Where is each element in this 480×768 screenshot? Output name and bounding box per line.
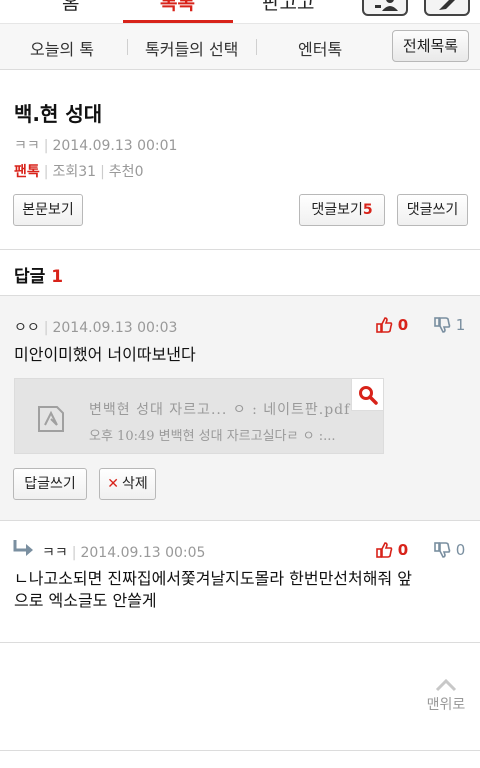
attachment-line2: 오후 10:49 변백현 성대 자르고실다ㄹ ㅇ :... [89, 429, 336, 444]
upvote-count: 0 [397, 316, 409, 334]
divider [0, 750, 480, 751]
comment-count: 5 [362, 202, 373, 218]
attachment-line1: 변백현 성대 자르고... ㅇ : 네이트판.pdf [89, 402, 351, 418]
chevron-up-icon [435, 678, 457, 692]
delete-label: 삭제 [121, 476, 148, 492]
sub-navigation: 오늘의 톡 톡커들의 선택 엔터톡 전체목록 [0, 24, 480, 70]
article-meta: ㅋㅋ | 2014.09.13 00:01 [14, 138, 178, 154]
comment-author: ㅋㅋ [42, 545, 68, 561]
tab-home[interactable]: 홈 [62, 0, 79, 15]
upvote-count: 0 [397, 541, 409, 559]
upvote-button[interactable]: 0 [376, 541, 408, 559]
reply-button[interactable]: 답글쓰기 [13, 468, 87, 500]
article-datetime: 2014.09.13 00:01 [52, 138, 178, 154]
downvote-button[interactable]: 0 [434, 541, 465, 559]
recommend-label: 추천 [108, 164, 135, 180]
view-body-button[interactable]: 본문보기 [13, 194, 83, 226]
replies-heading: 답글 1 [0, 250, 480, 296]
views-count: 31 [78, 164, 97, 180]
tab-third[interactable]: 판고고 [262, 0, 314, 15]
view-comments-label: 댓글보기 [311, 202, 363, 218]
downvote-button[interactable]: 1 [434, 316, 465, 334]
subnav-today-talk[interactable]: 오늘의 톡 [30, 36, 94, 60]
comment-datetime: 2014.09.13 00:05 [80, 545, 206, 561]
thumbs-down-icon [434, 542, 451, 558]
thumbs-down-icon [434, 317, 451, 333]
my-page-button[interactable] [362, 0, 408, 16]
article-header: 백.현 성대 ㅋㅋ | 2014.09.13 00:01 팬톡 | 조회31 | 추천0 본… [0, 70, 480, 250]
attachment-image[interactable]: 변백현 성대 자르고... ㅇ : 네이트판.pdf 오후 10:49 변백현 … [14, 378, 384, 454]
reply-item: ㅋㅋ | 2014.09.13 00:05 0 0 ㄴ나고소되면 진짜집에서쫓겨날지… [0, 521, 480, 643]
comment-text-line2: 으로 엑소글도 안쓸게 [14, 591, 157, 610]
zoom-button[interactable] [351, 379, 383, 411]
scroll-top-button[interactable]: 맨위로 [418, 678, 474, 714]
comment-text-line1: ㄴ나고소되면 진짜집에서쫓겨날지도몰라 한번만선처해줘 앞 [14, 569, 412, 588]
pdf-icon [38, 406, 64, 432]
full-list-button[interactable]: 전체목록 [392, 30, 469, 62]
close-icon: ✕ [107, 476, 119, 492]
subnav-talkers-choice[interactable]: 톡커들의 선택 [145, 36, 238, 60]
subnav-divider [256, 39, 257, 55]
comment-item: ㅇㅇ | 2014.09.13 00:03 0 1 미안이미했어 너이따보낸다 변백… [0, 296, 480, 521]
comment-datetime: 2014.09.13 00:03 [52, 320, 178, 336]
downvote-count: 1 [455, 316, 466, 334]
view-comments-button[interactable]: 댓글보기5 [299, 194, 385, 226]
write-comment-button[interactable]: 댓글쓰기 [397, 194, 468, 226]
reply-arrow-icon [13, 540, 33, 556]
replies-count: 1 [51, 267, 64, 287]
top-tab-bar: 홈 톡톡 판고고 [0, 0, 480, 24]
comment-meta: ㅋㅋ | 2014.09.13 00:05 [42, 545, 206, 561]
thumbs-up-icon [376, 542, 393, 558]
article-category[interactable]: 팬톡 [14, 164, 40, 180]
tab-talk[interactable]: 톡톡 [160, 0, 195, 15]
subnav-divider [127, 39, 128, 55]
comment-text: 미안이미했어 너이따보낸다 [14, 345, 196, 364]
recommend-count: 0 [134, 164, 144, 180]
search-icon [359, 386, 378, 405]
pencil-icon [439, 0, 455, 10]
user-icon [375, 0, 398, 11]
comment-meta: ㅇㅇ | 2014.09.13 00:03 [14, 320, 178, 336]
comment-author: ㅇㅇ [14, 320, 40, 336]
replies-title: 답글 [14, 267, 46, 287]
article-stats: 팬톡 | 조회31 | 추천0 [14, 164, 144, 180]
upvote-button[interactable]: 0 [376, 316, 408, 334]
views-label: 조회 [52, 164, 79, 180]
downvote-count: 0 [455, 541, 466, 559]
write-button[interactable] [424, 0, 470, 16]
article-title: 백.현 성대 [14, 102, 103, 126]
delete-button[interactable]: ✕ 삭제 [99, 468, 156, 500]
thumbs-up-icon [376, 317, 393, 333]
subnav-enter-talk[interactable]: 엔터톡 [298, 36, 342, 60]
article-author: ㅋㅋ [14, 138, 40, 154]
replies-label: 답글 1 [14, 262, 63, 287]
scroll-top-label: 맨위로 [426, 697, 466, 713]
